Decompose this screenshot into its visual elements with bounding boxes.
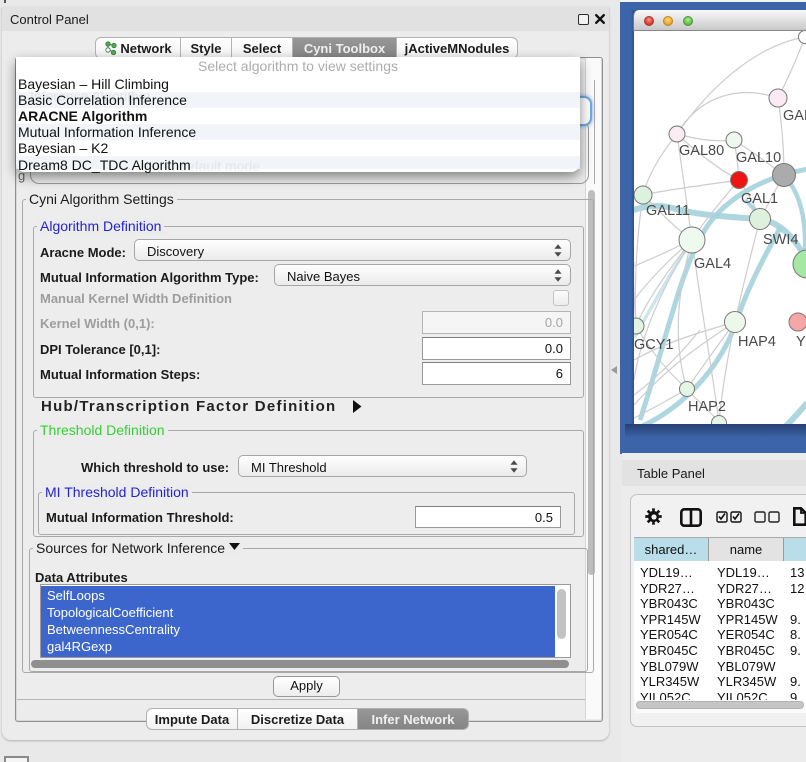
svg-text:GAL4: GAL4	[694, 256, 731, 272]
svg-text:GAL11: GAL11	[646, 203, 690, 219]
svg-text:GAL1: GAL1	[741, 191, 778, 207]
svg-text:GAL10: GAL10	[736, 150, 781, 166]
svg-text:HAP2: HAP2	[688, 399, 726, 415]
svg-text:HAP4: HAP4	[738, 334, 776, 350]
svg-text:SWI4: SWI4	[763, 232, 798, 248]
svg-text:GAL80: GAL80	[679, 143, 724, 159]
svg-text:Y: Y	[796, 334, 806, 350]
svg-text:GCY1: GCY1	[634, 337, 674, 353]
svg-text:GAL7: GAL7	[783, 108, 806, 124]
